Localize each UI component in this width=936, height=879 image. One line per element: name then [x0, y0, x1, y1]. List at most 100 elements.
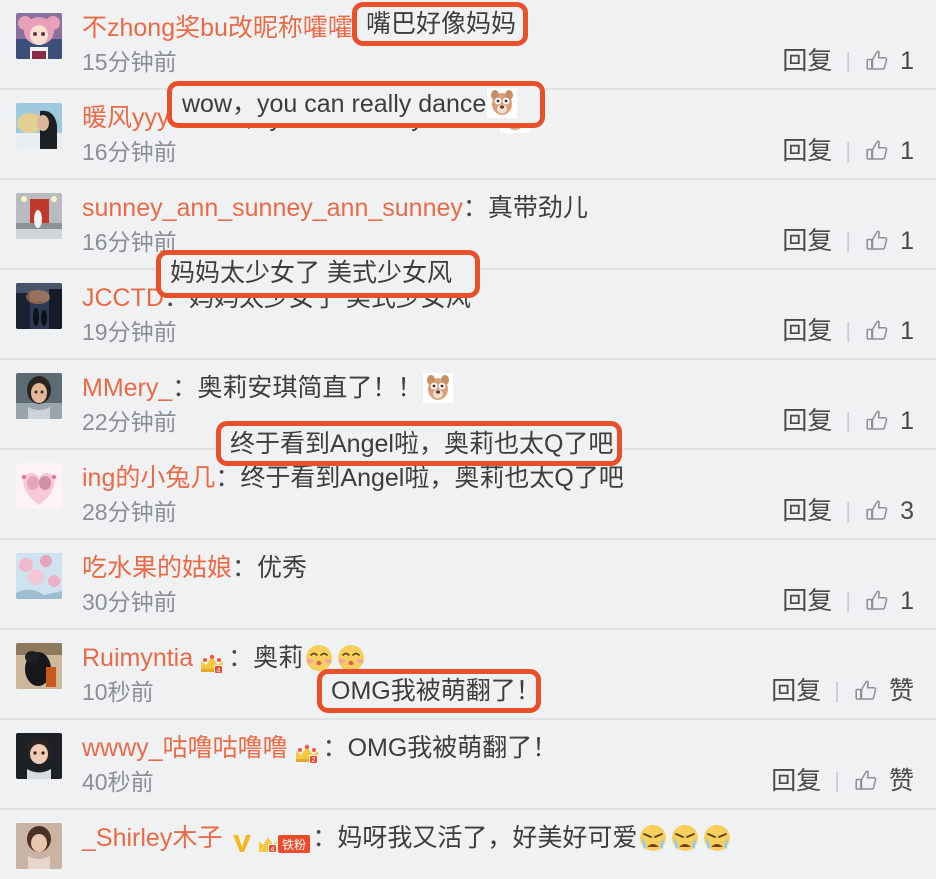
like-button[interactable]: 1 [864, 406, 914, 436]
avatar[interactable] [16, 823, 62, 869]
doge-emoji [423, 373, 454, 403]
comment-colon: ： [312, 824, 338, 852]
comment-row[interactable]: ing的小兔几： 终于看到Angel啦，奥莉也太Q了吧 28分钟前 回复 | 3 [0, 450, 936, 540]
avatar[interactable] [16, 193, 62, 239]
reply-button[interactable]: 回复 [782, 496, 832, 526]
action-separator: | [834, 678, 840, 703]
kissing-face-emoji [336, 643, 366, 673]
reply-button[interactable]: 回复 [782, 316, 832, 346]
like-count: 赞 [888, 677, 914, 705]
comment-text: 奥莉安琪简直了！！ [197, 374, 423, 402]
avatar[interactable] [16, 553, 62, 599]
comment-username[interactable]: sunney_ann_sunney_ann_sunney [82, 191, 463, 225]
action-separator: | [845, 588, 852, 613]
crown-level-badge-icon[interactable]: 2 [294, 740, 320, 764]
comment-colon: ： [322, 734, 348, 762]
svg-text:铁粉: 铁粉 [282, 838, 306, 852]
comment-timestamp: 40秒前 [82, 769, 154, 795]
like-button[interactable]: 赞 [853, 676, 914, 706]
avatar[interactable] [16, 643, 62, 689]
comment-username[interactable]: 不zhong奖bu改昵称嚯嚯 [82, 11, 353, 45]
avatar[interactable] [16, 463, 62, 509]
like-count: 1 [900, 137, 914, 165]
thumbs-up-icon [864, 228, 891, 255]
comment-body: ing的小兔几： 终于看到Angel啦，奥莉也太Q了吧 28分钟前 [82, 461, 782, 528]
like-count: 1 [900, 47, 914, 75]
crown-level-badge-icon[interactable]: 4 [199, 650, 225, 675]
like-button[interactable]: 3 [864, 496, 914, 526]
comment-body: _Shirley木子 铁粉 4 ： 妈呀我又活了，好美好可爱 [82, 821, 936, 855]
action-separator: | [845, 228, 852, 253]
reply-button[interactable]: 回复 [782, 226, 832, 256]
comment-colon: ： [172, 374, 198, 402]
comment-colon: ： [232, 554, 258, 582]
svg-text:4: 4 [217, 668, 221, 675]
comment-username[interactable]: MMery_ [82, 371, 172, 405]
comment-timestamp: 15分钟前 [82, 49, 177, 75]
comment-body: 吃水果的姑娘： 优秀 30分钟前 [82, 551, 782, 618]
avatar[interactable] [16, 373, 62, 419]
comment-row[interactable]: 吃水果的姑娘： 优秀 30分钟前 回复 | 1 [0, 540, 936, 630]
comment-text: OMG我被萌翻了！ [347, 734, 558, 762]
comment-username[interactable]: Ruimyntia [82, 641, 193, 675]
reply-button[interactable]: 回复 [771, 766, 821, 796]
comment-colon: ： [215, 464, 241, 492]
action-separator: | [845, 138, 852, 163]
action-separator: | [845, 408, 852, 433]
like-count: 1 [900, 227, 914, 255]
reply-button[interactable]: 回复 [782, 46, 832, 76]
highlighted-comment-text: wow，you can really dance [182, 86, 518, 122]
crown-fan-badge-icon[interactable]: 铁粉 4 [258, 830, 311, 854]
comment-colon: ： [462, 194, 488, 222]
like-button[interactable]: 赞 [853, 766, 914, 796]
comment-username[interactable]: ing的小兔几 [82, 461, 215, 495]
avatar[interactable] [16, 283, 62, 329]
svg-text:4: 4 [271, 847, 275, 854]
like-count: 1 [900, 317, 914, 345]
comment-main-line: ing的小兔几： 终于看到Angel啦，奥莉也太Q了吧 [82, 461, 782, 495]
action-separator: | [845, 48, 852, 73]
reply-button[interactable]: 回复 [782, 136, 832, 166]
comment-username[interactable]: _Shirley木子 [82, 821, 222, 855]
reply-button[interactable]: 回复 [782, 586, 832, 616]
comment-row[interactable]: wwwy_咕噜咕噜噜 2 ： OMG我被萌翻了！ 40秒前 回复 | 赞 [0, 720, 936, 810]
comment-username[interactable]: 吃水果的姑娘 [82, 551, 232, 585]
comment-row[interactable]: _Shirley木子 铁粉 4 ： 妈呀我又活了，好美好可爱 [0, 810, 936, 879]
comment-actions: 回复 | 赞 [771, 766, 914, 796]
reply-button[interactable]: 回复 [771, 676, 821, 706]
like-button[interactable]: 1 [864, 46, 914, 76]
verified-v-icon[interactable] [230, 830, 254, 854]
comment-timestamp: 16分钟前 [82, 139, 177, 165]
comment-main-line: sunney_ann_sunney_ann_sunney： 真带劲儿 [82, 191, 782, 225]
comment-main-line: 吃水果的姑娘： 优秀 [82, 551, 782, 585]
thumbs-up-icon [864, 498, 891, 525]
comment-username[interactable]: wwwy_咕噜咕噜噜 [82, 731, 288, 765]
like-button[interactable]: 1 [864, 226, 914, 256]
thumbs-up-icon [864, 48, 891, 75]
thumbs-up-icon [864, 588, 891, 615]
comment-colon: ： [228, 644, 254, 672]
comment-main-line: MMery_： 奥莉安琪简直了！！ [82, 371, 782, 405]
comment-actions: 回复 | 赞 [771, 676, 914, 706]
like-button[interactable]: 1 [864, 136, 914, 166]
avatar[interactable] [16, 733, 62, 779]
kissing-face-emoji [304, 643, 334, 673]
crying-face-emoji [638, 823, 668, 853]
comment-body: sunney_ann_sunney_ann_sunney： 真带劲儿 16分钟前 [82, 191, 782, 258]
crying-face-emoji [670, 823, 700, 853]
thumbs-up-icon [853, 678, 880, 705]
highlighted-comment-text: OMG我被萌翻了！ [331, 677, 541, 705]
thumbs-up-icon [864, 408, 891, 435]
like-button[interactable]: 1 [864, 316, 914, 346]
avatar[interactable] [16, 103, 62, 149]
doge-emoji [487, 88, 518, 118]
comment-text: 优秀 [257, 554, 308, 582]
comment-text: 终于看到Angel啦，奥莉也太Q了吧 [240, 464, 624, 492]
comment-actions: 回复 | 1 [782, 136, 914, 166]
avatar[interactable] [16, 13, 62, 59]
like-button[interactable]: 1 [864, 586, 914, 616]
comment-username[interactable]: JCCTD [82, 281, 164, 315]
reply-button[interactable]: 回复 [782, 406, 832, 436]
comment-main-line: wwwy_咕噜咕噜噜 2 ： OMG我被萌翻了！ [82, 731, 771, 765]
comment-username[interactable]: 暖风yyy [82, 101, 170, 135]
